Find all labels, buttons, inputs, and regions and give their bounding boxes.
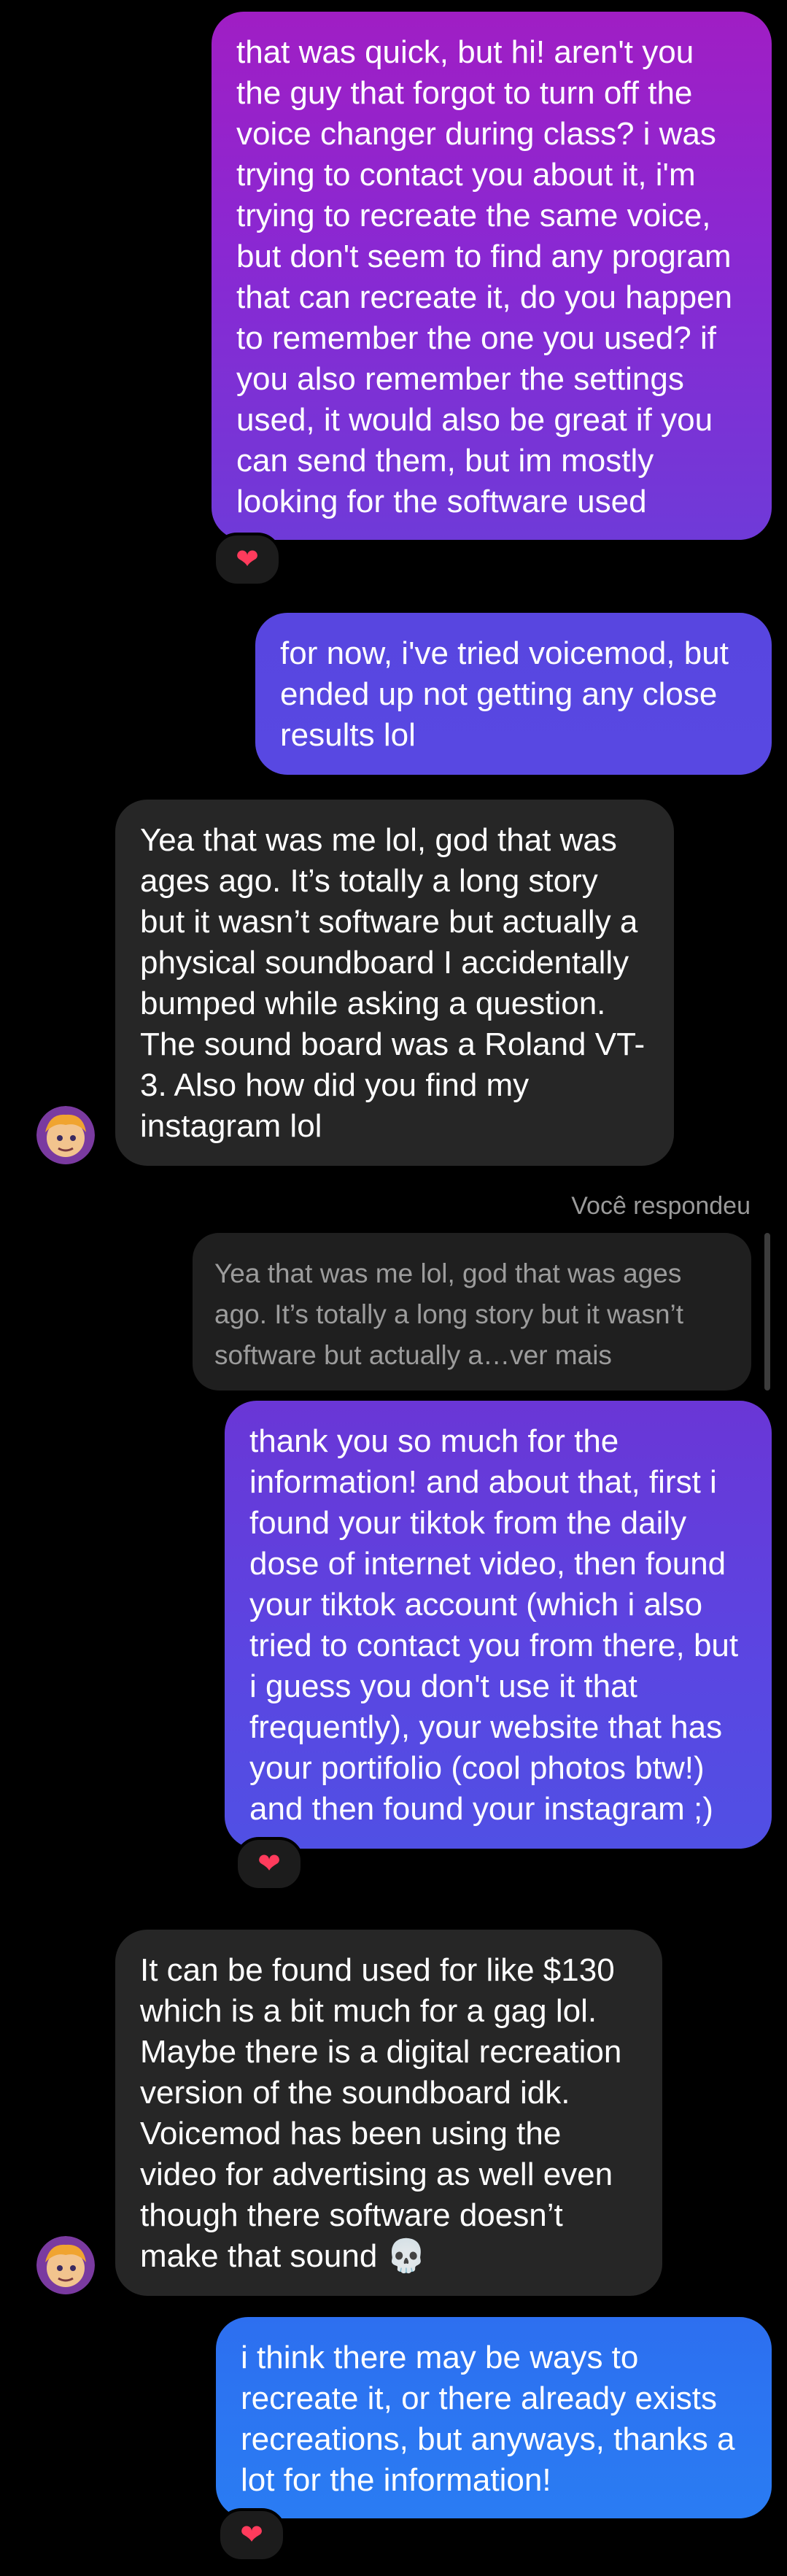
reply-indicator-bar — [764, 1233, 770, 1391]
heart-icon: ❤ — [236, 544, 259, 575]
replied-message-quote[interactable]: Yea that was me lol, god that was ages a… — [193, 1233, 751, 1391]
heart-icon: ❤ — [240, 2520, 263, 2550]
outgoing-message[interactable]: thank you so much for the information! a… — [225, 1401, 772, 1849]
incoming-message[interactable]: Yea that was me lol, god that was ages a… — [115, 800, 674, 1166]
reaction-badge[interactable]: ❤ — [217, 2508, 286, 2562]
avatar[interactable] — [36, 2236, 95, 2294]
reaction-badge[interactable]: ❤ — [235, 1837, 303, 1891]
avatar[interactable] — [36, 1106, 95, 1164]
heart-icon: ❤ — [257, 1849, 281, 1879]
outgoing-message[interactable]: for now, i've tried voicemod, but ended … — [255, 613, 772, 775]
outgoing-message[interactable]: i think there may be ways to recreate it… — [216, 2317, 772, 2518]
reply-label: Você respondeu — [571, 1192, 751, 1220]
outgoing-message[interactable]: that was quick, but hi! aren't you the g… — [212, 12, 772, 540]
incoming-message[interactable]: It can be found used for like $130 which… — [115, 1930, 662, 2296]
reaction-badge[interactable]: ❤ — [213, 533, 282, 587]
